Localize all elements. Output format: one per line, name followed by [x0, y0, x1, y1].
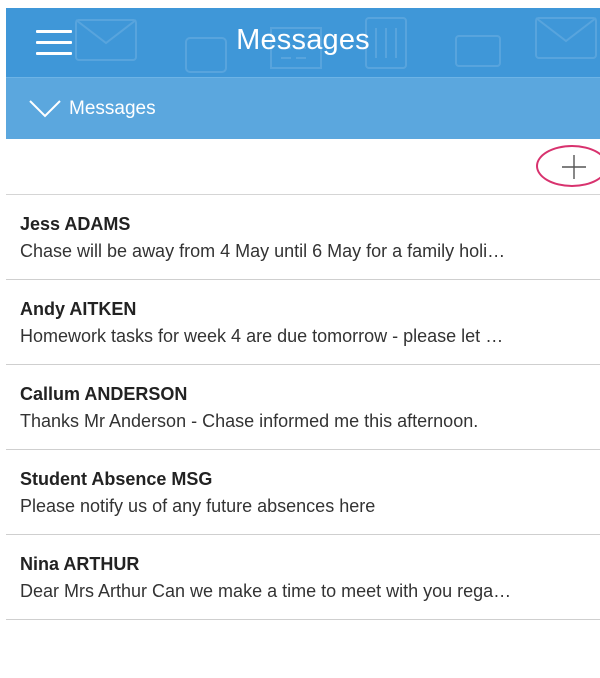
sender-name: Andy AITKEN — [20, 299, 137, 319]
chevron-down-icon — [29, 100, 61, 118]
messages-section-toggle[interactable]: Messages — [6, 77, 600, 139]
message-list-item[interactable]: Student Absence MSG Please notify us of … — [6, 450, 600, 535]
message-list-item[interactable]: Callum ANDERSON Thanks Mr Anderson - Cha… — [6, 365, 600, 450]
sender-name: Nina ARTHUR — [20, 554, 140, 574]
plus-icon — [562, 155, 586, 179]
sender-name: Jess ADAMS — [20, 214, 131, 234]
message-preview: Homework tasks for week 4 are due tomorr… — [20, 326, 504, 346]
message-preview: Chase will be away from 4 May until 6 Ma… — [20, 241, 506, 261]
toolbar — [6, 139, 600, 195]
page-title: Messages — [236, 24, 370, 56]
message-list-item[interactable]: Andy AITKEN Homework tasks for week 4 ar… — [6, 280, 600, 365]
app-header: Messages — [6, 8, 600, 77]
message-list: Jess ADAMS Chase will be away from 4 May… — [6, 195, 600, 620]
sender-name: Callum ANDERSON — [20, 384, 188, 404]
message-preview: Dear Mrs Arthur Can we make a time to me… — [20, 581, 512, 601]
message-preview: Please notify us of any future absences … — [20, 496, 376, 516]
new-message-button[interactable] — [536, 145, 600, 187]
section-label: Messages — [69, 98, 156, 119]
sender-name: Student Absence MSG — [20, 469, 213, 489]
message-preview: Thanks Mr Anderson - Chase informed me t… — [20, 411, 479, 431]
message-list-item[interactable]: Nina ARTHUR Dear Mrs Arthur Can we make … — [6, 535, 600, 620]
message-list-item[interactable]: Jess ADAMS Chase will be away from 4 May… — [6, 195, 600, 280]
